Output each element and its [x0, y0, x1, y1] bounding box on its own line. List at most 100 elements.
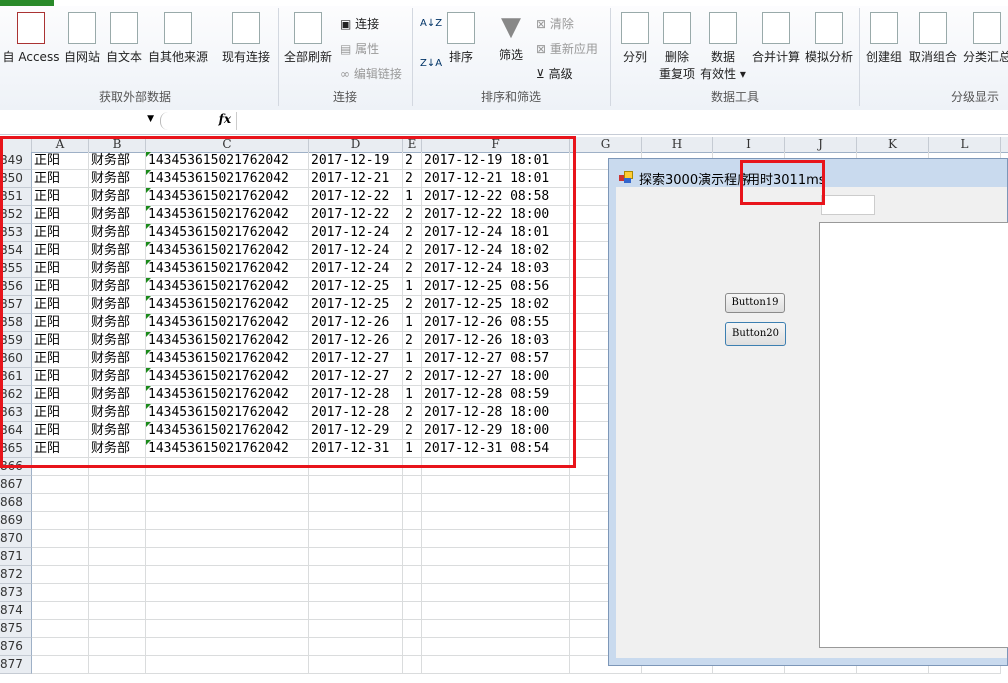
from-other-sources-button[interactable]: 自其他来源 — [146, 12, 210, 65]
cell-F[interactable] — [422, 566, 570, 584]
cell-B[interactable] — [89, 584, 146, 602]
cell-F[interactable] — [422, 548, 570, 566]
advanced-button[interactable]: ⊻ 高级 — [536, 65, 573, 82]
cell-C[interactable] — [146, 530, 309, 548]
edit-links-button[interactable]: ∞ 编辑链接 — [340, 65, 402, 82]
cell-A[interactable] — [32, 656, 89, 674]
cell-C[interactable] — [146, 512, 309, 530]
cell-A[interactable] — [32, 512, 89, 530]
row-header[interactable]: 871 — [0, 548, 32, 566]
from-access-button[interactable]: 自 Access — [2, 12, 60, 65]
column-header-L[interactable]: L — [929, 137, 1001, 152]
column-header-I[interactable]: I — [713, 137, 785, 152]
subtotal-button[interactable]: 分类汇总 — [962, 12, 1008, 65]
cell-B[interactable] — [89, 656, 146, 674]
cell-D[interactable] — [309, 494, 403, 512]
cell-B[interactable] — [89, 476, 146, 494]
cell-D[interactable] — [309, 620, 403, 638]
cell-D[interactable] — [309, 548, 403, 566]
cell-E[interactable] — [403, 476, 422, 494]
properties-button[interactable]: ▤ 属性 — [340, 40, 379, 57]
cell-B[interactable] — [89, 548, 146, 566]
cell-C[interactable] — [146, 584, 309, 602]
cell-C[interactable] — [146, 638, 309, 656]
row-header[interactable]: 870 — [0, 530, 32, 548]
cell-D[interactable] — [309, 566, 403, 584]
cell-C[interactable] — [146, 494, 309, 512]
cell-D[interactable] — [309, 638, 403, 656]
cell-B[interactable] — [89, 530, 146, 548]
sort-button[interactable]: 排序 — [444, 12, 478, 65]
cell-C[interactable] — [146, 476, 309, 494]
cell-A[interactable] — [32, 494, 89, 512]
text-to-columns-button[interactable]: 分列 — [618, 12, 652, 65]
column-header-H[interactable]: H — [642, 137, 713, 152]
cell-B[interactable] — [89, 494, 146, 512]
cell-F[interactable] — [422, 584, 570, 602]
row-header[interactable]: 877 — [0, 656, 32, 674]
cell-F[interactable] — [422, 476, 570, 494]
column-header-G[interactable]: G — [570, 137, 642, 152]
fx-icon[interactable]: fx — [219, 112, 231, 126]
cell-D[interactable] — [309, 584, 403, 602]
row-header[interactable]: 874 — [0, 602, 32, 620]
cell-F[interactable] — [422, 656, 570, 674]
cell-B[interactable] — [89, 512, 146, 530]
cell-E[interactable] — [403, 530, 422, 548]
cell-E[interactable] — [403, 584, 422, 602]
cell-A[interactable] — [32, 620, 89, 638]
cell-C[interactable] — [146, 620, 309, 638]
cell-F[interactable] — [422, 620, 570, 638]
text-input[interactable] — [821, 195, 875, 215]
formula-input[interactable] — [236, 112, 1007, 130]
row-header[interactable]: 876 — [0, 638, 32, 656]
filter-button[interactable]: ▼ 筛选 — [494, 12, 528, 63]
what-if-analysis-button[interactable]: 模拟分析 — [804, 12, 854, 65]
cell-F[interactable] — [422, 512, 570, 530]
cell-D[interactable] — [309, 476, 403, 494]
cell-B[interactable] — [89, 620, 146, 638]
cell-E[interactable] — [403, 620, 422, 638]
cell-E[interactable] — [403, 656, 422, 674]
cell-C[interactable] — [146, 548, 309, 566]
cell-A[interactable] — [32, 638, 89, 656]
refresh-all-button[interactable]: 全部刷新 — [282, 12, 334, 65]
cell-F[interactable] — [422, 638, 570, 656]
column-header-J[interactable]: J — [785, 137, 857, 152]
cell-D[interactable] — [309, 602, 403, 620]
cell-A[interactable] — [32, 476, 89, 494]
ungroup-button[interactable]: 取消组合 — [908, 12, 958, 65]
from-web-button[interactable]: 自网站 — [62, 12, 102, 65]
row-header[interactable]: 868 — [0, 494, 32, 512]
sort-desc-icon[interactable]: Z↓A — [420, 58, 442, 69]
cell-E[interactable] — [403, 566, 422, 584]
row-header[interactable]: 873 — [0, 584, 32, 602]
row-header[interactable]: 875 — [0, 620, 32, 638]
cell-C[interactable] — [146, 566, 309, 584]
cell-A[interactable] — [32, 530, 89, 548]
cell-A[interactable] — [32, 566, 89, 584]
consolidate-button[interactable]: 合并计算 — [750, 12, 802, 65]
existing-connections-button[interactable]: 现有连接 — [220, 12, 272, 65]
row-header[interactable]: 872 — [0, 566, 32, 584]
cell-C[interactable] — [146, 602, 309, 620]
cell-B[interactable] — [89, 602, 146, 620]
button19[interactable]: Button19 — [725, 293, 785, 313]
cell-B[interactable] — [89, 638, 146, 656]
cell-D[interactable] — [309, 530, 403, 548]
cell-D[interactable] — [309, 656, 403, 674]
cell-B[interactable] — [89, 566, 146, 584]
group-button[interactable]: 创建组 — [864, 12, 904, 65]
sort-asc-icon[interactable]: A↓Z — [420, 18, 442, 29]
cell-F[interactable] — [422, 494, 570, 512]
cell-A[interactable] — [32, 602, 89, 620]
column-header-K[interactable]: K — [857, 137, 929, 152]
clear-button[interactable]: ⊠ 清除 — [536, 15, 574, 32]
cell-E[interactable] — [403, 548, 422, 566]
cell-C[interactable] — [146, 656, 309, 674]
cell-E[interactable] — [403, 512, 422, 530]
cell-D[interactable] — [309, 512, 403, 530]
cell-F[interactable] — [422, 602, 570, 620]
file-tab[interactable] — [0, 0, 54, 6]
cell-A[interactable] — [32, 584, 89, 602]
